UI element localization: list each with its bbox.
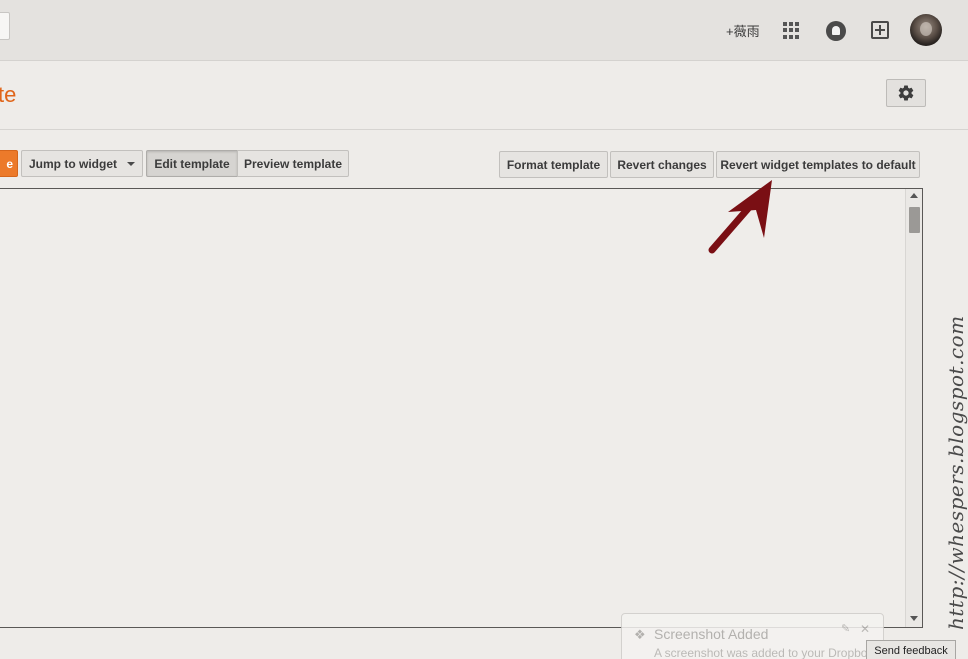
- save-template-label: e: [6, 156, 13, 171]
- revert-widget-templates-label: Revert widget templates to default: [720, 157, 916, 172]
- scrollbar-thumb[interactable]: [909, 207, 920, 233]
- page-title: te: [0, 82, 17, 107]
- page-header: te: [0, 61, 968, 130]
- notifications-bell-icon[interactable]: [826, 21, 846, 41]
- send-feedback-label: Send feedback: [874, 645, 948, 657]
- preview-template-button[interactable]: Preview template: [237, 150, 349, 177]
- settings-button[interactable]: [886, 79, 926, 107]
- apps-grid-icon[interactable]: [783, 22, 800, 39]
- gear-icon: [898, 85, 914, 101]
- jump-to-widget-dropdown[interactable]: Jump to widget: [21, 150, 143, 177]
- plus-profile-link[interactable]: +薇雨: [726, 21, 760, 40]
- search-box-edge[interactable]: [0, 12, 10, 40]
- jump-to-widget-label: Jump to widget: [29, 156, 117, 171]
- format-template-button[interactable]: Format template: [499, 151, 608, 178]
- save-template-button[interactable]: e: [0, 150, 18, 177]
- edit-template-label: Edit template: [154, 156, 230, 171]
- dropbox-notification[interactable]: ❖ Screenshot Added A screenshot was adde…: [621, 613, 884, 659]
- dropbox-icon: ❖: [634, 627, 646, 642]
- scroll-down-arrow-icon[interactable]: [910, 616, 918, 621]
- blog-watermark: http://whespers.blogspot.com: [944, 315, 968, 630]
- editor-scrollbar[interactable]: [905, 189, 922, 627]
- pin-icon[interactable]: ✎: [841, 622, 850, 635]
- close-icon[interactable]: ✕: [860, 622, 870, 636]
- revert-changes-button[interactable]: Revert changes: [610, 151, 714, 178]
- preview-template-label: Preview template: [243, 156, 343, 171]
- google-top-bar: +薇雨: [0, 0, 968, 61]
- edit-template-button[interactable]: Edit template: [146, 150, 238, 177]
- scroll-up-arrow-icon[interactable]: [910, 193, 918, 198]
- send-feedback-button[interactable]: Send feedback: [866, 640, 956, 659]
- revert-changes-label: Revert changes: [617, 157, 707, 172]
- avatar[interactable]: [910, 14, 942, 46]
- share-add-icon[interactable]: [871, 21, 889, 39]
- format-template-label: Format template: [506, 157, 601, 172]
- chevron-down-icon: [127, 161, 135, 166]
- notification-title: Screenshot Added: [654, 626, 769, 642]
- annotation-arrow-icon: [708, 180, 772, 254]
- notification-body: A screenshot was added to your Dropbox.: [654, 646, 877, 659]
